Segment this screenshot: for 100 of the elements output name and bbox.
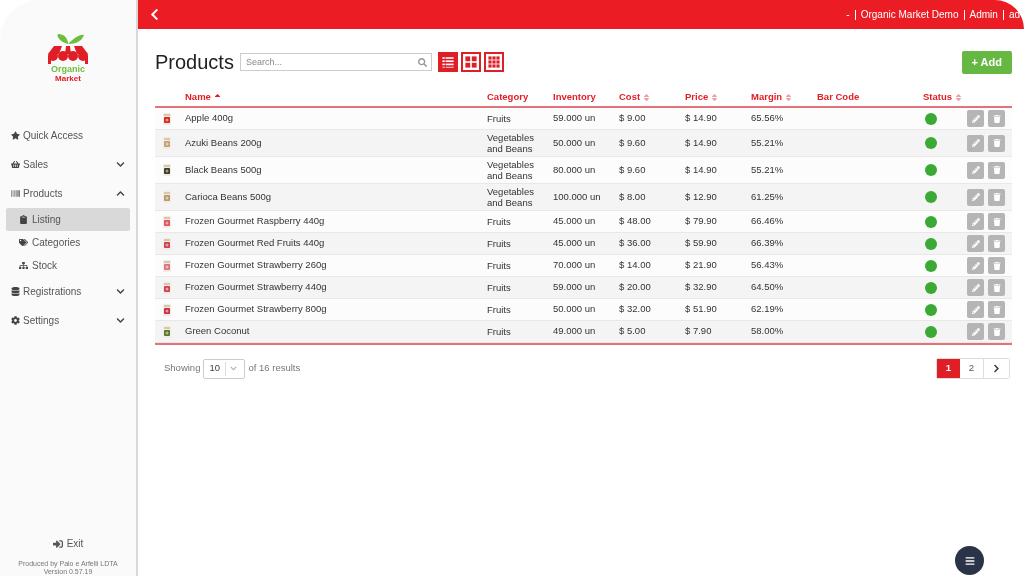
edit-button[interactable] — [967, 301, 984, 318]
edit-button[interactable] — [967, 213, 984, 230]
table-cell-text: 56.43% — [751, 258, 785, 273]
table-cell-text: Fruits — [487, 326, 512, 337]
edit-button[interactable] — [967, 323, 984, 340]
next-page-button[interactable] — [983, 359, 1009, 378]
page-button[interactable]: 1 — [937, 359, 960, 378]
delete-button[interactable] — [988, 213, 1005, 230]
nav-item[interactable]: Registrations — [0, 277, 136, 306]
column-header[interactable]: Status — [923, 89, 967, 105]
nav-subitem[interactable]: Categories — [6, 231, 130, 254]
top-bar-link[interactable]: Admin — [969, 7, 998, 22]
star-icon — [11, 131, 20, 140]
page-size-select[interactable]: 10 — [203, 358, 246, 379]
pencil-icon — [971, 261, 980, 270]
nav-subitem[interactable]: Stock — [6, 254, 130, 277]
table-cell-text: Vegetables and Beans — [487, 159, 535, 181]
nav-item[interactable]: Sales — [0, 150, 136, 179]
table-cell-text: Frozen Gourmet Strawberry 440g — [185, 280, 328, 295]
table-cell-text: 50.000 un — [553, 302, 597, 317]
menu-button[interactable] — [955, 546, 984, 575]
trash-icon — [992, 305, 1001, 314]
view-toggle[interactable] — [483, 52, 504, 72]
table-cell-text: $ 21.90 — [685, 258, 718, 273]
table-cell-text: $ 14.90 — [685, 135, 718, 150]
delete-button[interactable] — [988, 161, 1005, 179]
delete-button[interactable] — [988, 235, 1005, 252]
table-cell-text: 70.000 un — [553, 258, 597, 273]
table-cell-text: $ 51.90 — [685, 302, 718, 317]
top-bar-link[interactable]: - — [846, 7, 850, 22]
column-header[interactable]: Margin — [751, 89, 817, 105]
top-bar-link[interactable]: Organic Market Demo — [860, 7, 959, 22]
table-cell-text: 58.00% — [751, 324, 785, 339]
nav-item[interactable]: Products — [0, 179, 136, 208]
column-header[interactable]: Bar Code — [817, 89, 923, 105]
edit-button[interactable] — [967, 188, 984, 206]
exit-icon — [52, 538, 63, 549]
edit-button[interactable] — [967, 110, 984, 127]
table-cell-text: Carioca Beans 500g — [185, 189, 273, 204]
delete-button[interactable] — [988, 188, 1005, 206]
edit-button[interactable] — [967, 134, 984, 152]
add-button[interactable]: + Add — [961, 50, 1012, 74]
table-cell-text: Fruits — [487, 260, 512, 271]
pencil-icon — [971, 166, 980, 174]
edit-button[interactable] — [967, 235, 984, 252]
table-cell-text: $ 48.00 — [619, 214, 652, 229]
table-cell-text: Frozen Gourmet Strawberry 800g — [185, 302, 328, 317]
table-cell-text: $ 79.90 — [685, 214, 718, 229]
table-cell-text: Azuki Beans 200g — [185, 135, 263, 150]
results-label: of 16 results — [248, 361, 301, 376]
column-header[interactable]: Name — [185, 89, 487, 105]
edit-button[interactable] — [967, 279, 984, 296]
column-header[interactable]: Price — [685, 89, 751, 105]
basket-icon — [11, 160, 20, 169]
search-icon — [417, 58, 427, 67]
tiles-view-icon — [462, 54, 479, 70]
table-cell-text: $ 9.60 — [619, 135, 647, 150]
nav-item[interactable]: Quick Access — [0, 121, 136, 150]
table-cell-text: 66.46% — [751, 214, 785, 229]
back-icon[interactable] — [148, 8, 161, 21]
delete-button[interactable] — [988, 301, 1005, 318]
delete-button[interactable] — [988, 279, 1005, 296]
nav-subitem[interactable]: Listing — [6, 208, 130, 231]
column-header[interactable]: Inventory — [553, 89, 619, 105]
delete-button[interactable] — [988, 134, 1005, 152]
sitemap-icon — [19, 261, 28, 270]
table-cell-text: 65.56% — [751, 111, 785, 126]
chevron-right-icon — [992, 364, 1001, 373]
nav-item[interactable]: Settings — [0, 306, 136, 335]
delete-button[interactable] — [988, 110, 1005, 127]
table-cell-text: 55.21% — [751, 162, 785, 177]
column-header[interactable]: Category — [487, 89, 553, 105]
table-cell-text: 50.000 un — [553, 135, 597, 150]
delete-button[interactable] — [988, 323, 1005, 340]
edit-button[interactable] — [967, 257, 984, 274]
table-cell-text: $ 36.00 — [619, 236, 652, 251]
top-bar-link[interactable]: ad — [1008, 7, 1020, 22]
search-field[interactable]: Search... — [239, 53, 432, 71]
edit-button[interactable] — [967, 161, 984, 179]
table-cell-text: Frozen Gourmet Strawberry 260g — [185, 258, 328, 273]
table-cell-text: 61.25% — [751, 189, 785, 204]
column-header[interactable]: Cost — [619, 89, 685, 105]
table-cell-text: 100.000 un — [553, 189, 602, 204]
trash-icon — [992, 193, 1001, 201]
view-toggle[interactable] — [437, 52, 458, 72]
trash-icon — [992, 114, 1001, 123]
table-cell-text: Apple 400g — [185, 111, 235, 126]
database-icon — [11, 287, 20, 296]
table-cell-text: $ 14.90 — [685, 111, 718, 126]
delete-button[interactable] — [988, 257, 1005, 274]
logo-icon — [46, 32, 90, 64]
list-view-icon — [439, 54, 456, 70]
table-cell-text: $ 20.00 — [619, 280, 652, 295]
table-cell-text: Vegetables and Beans — [487, 132, 535, 154]
table-cell-text: Green Coconut — [185, 324, 251, 339]
view-toggle[interactable] — [460, 52, 481, 72]
table-cell-text: $ 12.90 — [685, 189, 718, 204]
exit-link[interactable]: Exit — [52, 536, 84, 551]
pencil-icon — [971, 283, 980, 292]
table-cell-text: Vegetables and Beans — [487, 186, 535, 208]
